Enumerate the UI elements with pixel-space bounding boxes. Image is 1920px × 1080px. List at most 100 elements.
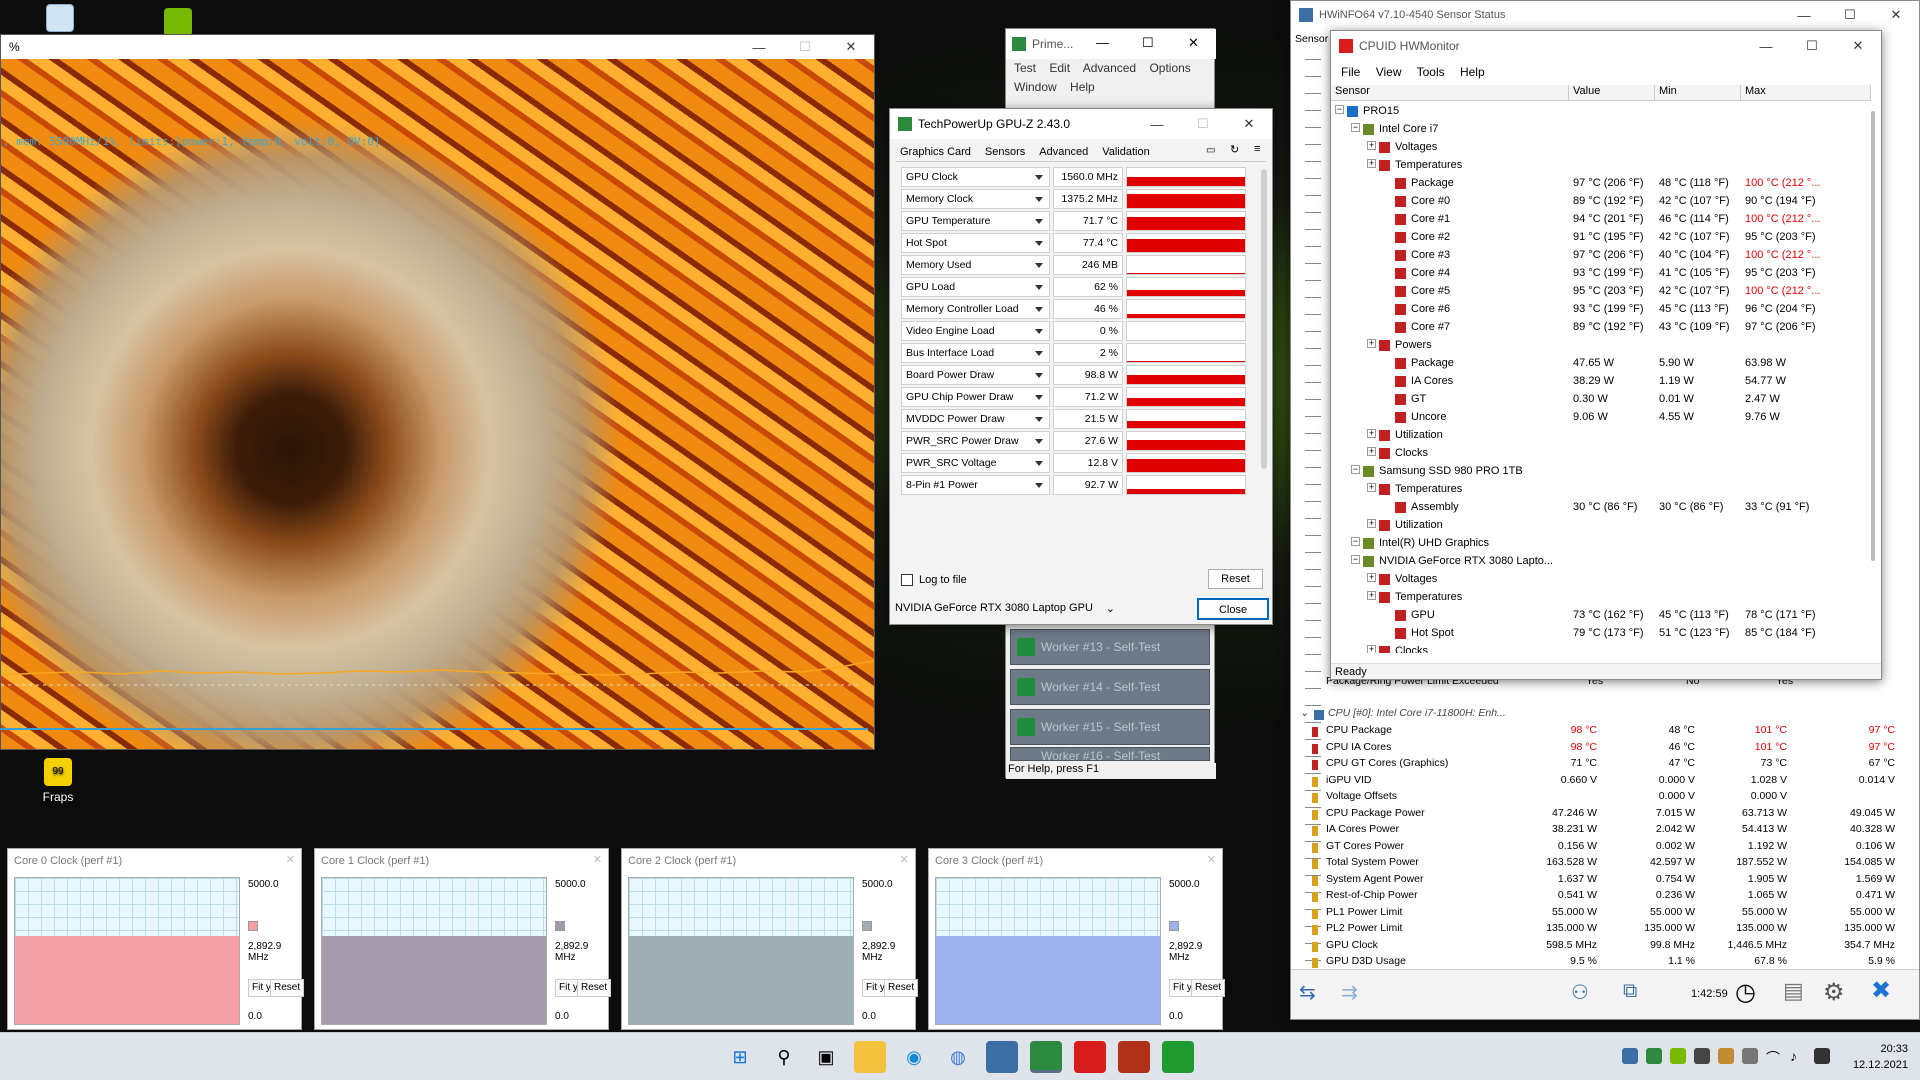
tree-row[interactable]: + Utilization	[1331, 517, 1871, 535]
scrollbar[interactable]	[1261, 169, 1267, 469]
expand-icon[interactable]: −	[1351, 537, 1360, 546]
tree-row[interactable]: − Intel Core i7	[1331, 121, 1871, 139]
expand-icon[interactable]: −	[1351, 555, 1360, 564]
arrows-right-icon[interactable]: ⇉	[1341, 980, 1358, 1005]
tree-row[interactable]: − NVIDIA GeForce RTX 3080 Lapto...	[1331, 553, 1871, 571]
sensor-row[interactable]: IA Cores Power 38.231 W 2.042 W 54.413 W 40.…	[1300, 823, 1905, 839]
menu-file[interactable]: File	[1341, 65, 1360, 79]
menu-help[interactable]: Help	[1460, 65, 1485, 79]
sensor-row[interactable]: GT Cores Power 0.156 W 0.002 W 1.192 W 0.106…	[1300, 840, 1905, 856]
worker-window[interactable]: Worker #16 - Self-Test	[1010, 747, 1210, 761]
tree-row[interactable]: Assembly 30 °C (86 °F) 30 °C (86 °F) 33 °C …	[1331, 499, 1871, 517]
tree-row[interactable]: + Clocks	[1331, 643, 1871, 653]
prime95-taskbar-icon[interactable]	[1162, 1041, 1194, 1073]
tree-row[interactable]: + Utilization	[1331, 427, 1871, 445]
perf-window[interactable]: Core 3 Clock (perf #1) ✕ 5000.0 2,892.9 MHz…	[928, 848, 1226, 1030]
tree-row[interactable]: IA Cores 38.29 W 1.19 W 54.77 W	[1331, 373, 1871, 391]
column-header-max[interactable]: Max	[1741, 85, 1871, 101]
title-bar[interactable]: HWiNFO64 v7.10-4540 Sensor Status — ☐ ✕	[1291, 1, 1919, 29]
color-swatch[interactable]	[248, 921, 258, 931]
maximize-icon[interactable]: ☐	[782, 35, 828, 59]
tray-battery-icon[interactable]	[1814, 1048, 1830, 1064]
sensor-name-dropdown[interactable]: Board Power Draw	[901, 365, 1050, 385]
close-icon[interactable]: ✕	[1188, 35, 1199, 51]
color-swatch[interactable]	[862, 921, 872, 931]
tree-row[interactable]: + Temperatures	[1331, 481, 1871, 499]
sensor-name-dropdown[interactable]: Memory Controller Load	[901, 299, 1050, 319]
sensor-name-dropdown[interactable]: MVDDC Power Draw	[901, 409, 1050, 429]
sensor-name-dropdown[interactable]: GPU Chip Power Draw	[901, 387, 1050, 407]
gpu-select[interactable]: NVIDIA GeForce RTX 3080 Laptop GPU ⌄	[895, 600, 1115, 618]
column-header-sensor[interactable]: Sensor	[1331, 85, 1569, 101]
menu-window[interactable]: Window	[1014, 80, 1057, 94]
title-bar[interactable]: Prime... — ☐ ✕	[1006, 29, 1216, 59]
clock-icon[interactable]: ◷	[1735, 978, 1756, 1007]
tab-graphics-card[interactable]: Graphics Card	[900, 146, 971, 158]
tray-app-icon[interactable]	[1718, 1048, 1734, 1064]
color-swatch[interactable]	[1169, 921, 1179, 931]
close-icon[interactable]: ✕	[1226, 109, 1272, 139]
group-header[interactable]: ⌄ CPU [#0]: Intel Core i7-11800H: Enh...	[1300, 707, 1905, 723]
sensor-name-dropdown[interactable]: GPU Clock	[901, 167, 1050, 187]
tree-row[interactable]: GT 0.30 W 0.01 W 2.47 W	[1331, 391, 1871, 409]
sensor-row[interactable]: Total System Power 163.528 W 42.597 W 187.5…	[1300, 856, 1905, 872]
title-bar[interactable]: TechPowerUp GPU-Z 2.43.0 — ☐ ✕	[890, 109, 1272, 139]
arrows-lr-icon[interactable]: ⇆	[1299, 980, 1316, 1005]
sensor-row[interactable]: CPU Package Power 47.246 W 7.015 W 63.713 W…	[1300, 807, 1905, 823]
tree-row[interactable]: − Intel(R) UHD Graphics	[1331, 535, 1871, 553]
tray-green-icon[interactable]	[1646, 1048, 1662, 1064]
expand-icon[interactable]: −	[1351, 465, 1360, 474]
tree-row[interactable]: Core #4 93 °C (199 °F) 41 °C (105 °F) 95 °C…	[1331, 265, 1871, 283]
tree-row[interactable]: Uncore 9.06 W 4.55 W 9.76 W	[1331, 409, 1871, 427]
browser-icon[interactable]: ◍	[942, 1041, 974, 1073]
color-swatch[interactable]	[555, 921, 565, 931]
expand-icon[interactable]: +	[1367, 429, 1376, 438]
sensor-name-dropdown[interactable]: GPU Temperature	[901, 211, 1050, 231]
close-button[interactable]: Close	[1197, 598, 1269, 620]
sensor-row[interactable]: iGPU VID 0.660 V 0.000 V 1.028 V 0.014 V	[1300, 774, 1905, 790]
sensor-row[interactable]: GPU Clock 598.5 MHz 99.8 MHz 1,446.5 MHz 354…	[1300, 939, 1905, 955]
sensor-name-dropdown[interactable]: Memory Clock	[901, 189, 1050, 209]
gpuz-taskbar-icon[interactable]	[1030, 1041, 1062, 1073]
log-checkbox[interactable]	[901, 574, 913, 586]
tree-row[interactable]: + Temperatures	[1331, 589, 1871, 607]
tree-row[interactable]: − Samsung SSD 980 PRO 1TB	[1331, 463, 1871, 481]
expand-icon[interactable]: +	[1367, 141, 1376, 150]
sensor-name-dropdown[interactable]: GPU Load	[901, 277, 1050, 297]
tree-row[interactable]: Core #7 89 °C (192 °F) 43 °C (109 °F) 97 °C…	[1331, 319, 1871, 337]
expand-icon[interactable]: +	[1367, 573, 1376, 582]
sensor-row[interactable]: CPU GT Cores (Graphics) 71 °C 47 °C 73 °C 67…	[1300, 757, 1905, 773]
menu-help[interactable]: Help	[1070, 80, 1095, 94]
worker-window[interactable]: Worker #13 - Self-Test	[1010, 629, 1210, 665]
close-icon[interactable]: ✕	[1835, 31, 1881, 61]
sensor-row[interactable]: CPU IA Cores 98 °C 46 °C 101 °C 97 °C	[1300, 741, 1905, 757]
menu-options[interactable]: Options	[1149, 61, 1190, 75]
maximize-icon[interactable]: ☐	[1180, 109, 1226, 139]
tree-row[interactable]: Hot Spot 79 °C (173 °F) 51 °C (123 °F) 85 °…	[1331, 625, 1871, 643]
computers-icon[interactable]: ⧉	[1623, 980, 1637, 1003]
sensor-name-dropdown[interactable]: PWR_SRC Power Draw	[901, 431, 1050, 451]
tab-sensors[interactable]: Sensors	[985, 146, 1025, 158]
expand-icon[interactable]: +	[1367, 447, 1376, 456]
menu-view[interactable]: View	[1376, 65, 1402, 79]
file-explorer-icon[interactable]	[854, 1041, 886, 1073]
sensor-row[interactable]: Rest-of-Chip Power 0.541 W 0.236 W 1.065 W 0…	[1300, 889, 1905, 905]
sensor-name-dropdown[interactable]: 8-Pin #1 Power	[901, 475, 1050, 495]
minimize-icon[interactable]: —	[1743, 31, 1789, 61]
expand-icon[interactable]: +	[1367, 519, 1376, 528]
minimize-icon[interactable]: —	[1134, 109, 1180, 139]
maximize-icon[interactable]: ☐	[1142, 35, 1154, 51]
expand-icon[interactable]: +	[1367, 591, 1376, 600]
edge-icon[interactable]: ◉	[898, 1041, 930, 1073]
sensor-row[interactable]: System Agent Power 1.637 W 0.754 W 1.905 W 1…	[1300, 873, 1905, 889]
expand-icon[interactable]: +	[1367, 483, 1376, 492]
maximize-icon[interactable]: ☐	[1789, 31, 1835, 61]
tree-row[interactable]: Package 97 °C (206 °F) 48 °C (118 °F) 100 °…	[1331, 175, 1871, 193]
gpu-stress-window[interactable]: % — ☐ ✕ , mem: 5500MHz/1%, limits:[power…	[0, 34, 875, 750]
reset-button[interactable]: Reset	[1191, 979, 1226, 997]
tree-row[interactable]: + Temperatures	[1331, 157, 1871, 175]
fraps-icon[interactable]: 99 Fraps	[28, 758, 88, 804]
tab-advanced[interactable]: Advanced	[1039, 146, 1088, 158]
tree-row[interactable]: + Voltages	[1331, 571, 1871, 589]
close-icon[interactable]: ✕	[593, 853, 602, 866]
